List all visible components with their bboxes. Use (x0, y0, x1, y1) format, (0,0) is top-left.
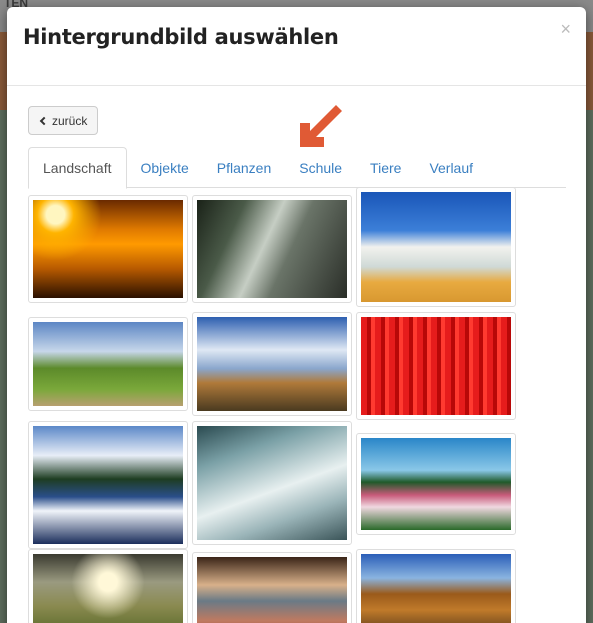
modal-title: Hintergrundbild auswählen (23, 25, 339, 49)
image-thumbnail-forest-road-sunrays[interactable] (192, 195, 352, 303)
image-thumbnail-sunset-clouds[interactable] (28, 195, 188, 303)
image-thumbnail-mountain-lake-reflection[interactable] (28, 421, 188, 549)
background-image-modal: Hintergrundbild auswählen × zurück Lands… (7, 7, 586, 623)
category-tabs: Landschaft Objekte Pflanzen Schule Tiere… (28, 147, 566, 189)
stormy-sky-image (33, 554, 183, 623)
tab-tiere[interactable]: Tiere (356, 147, 415, 188)
image-thumbnail-country-road-field[interactable] (28, 317, 188, 411)
forest-road-image (197, 200, 347, 298)
image-thumbnail-red-tulip-field[interactable] (356, 312, 516, 420)
back-button[interactable]: zurück (28, 106, 99, 135)
image-thumbnail-beach-starfish-rocks[interactable] (192, 552, 352, 623)
tab-pflanzen[interactable]: Pflanzen (203, 147, 285, 188)
tab-verlauf[interactable]: Verlauf (415, 147, 487, 188)
image-thumbnail-ocean-waves-beach[interactable] (356, 187, 516, 307)
chevron-left-icon (39, 116, 49, 125)
image-thumbnail-flower-field-trees[interactable] (356, 433, 516, 535)
modal-header: Hintergrundbild auswählen × (7, 7, 586, 86)
tab-objekte[interactable]: Objekte (127, 147, 203, 188)
image-thumbnail-stormy-sky-field[interactable] (28, 549, 188, 623)
autumn-hills-image (361, 554, 511, 623)
pointer-arrow-icon (300, 105, 342, 147)
flower-field-image (361, 438, 511, 530)
waterfall-image (197, 426, 347, 540)
tab-landschaft[interactable]: Landschaft (28, 147, 127, 189)
red-tulip-image (361, 317, 511, 415)
image-thumbnail-field-horizon-clouds[interactable] (192, 312, 352, 416)
ocean-waves-image (361, 192, 511, 302)
sunset-image (33, 200, 183, 298)
tab-schule[interactable]: Schule (285, 147, 356, 188)
country-road-image (33, 322, 183, 406)
back-button-label: zurück (52, 113, 88, 128)
image-thumbnail-waterfall-mist[interactable] (192, 421, 352, 545)
beach-starfish-image (197, 557, 347, 623)
mountain-lake-image (33, 426, 183, 544)
image-thumbnail-autumn-hills-lake[interactable] (356, 549, 516, 623)
field-horizon-image (197, 317, 347, 411)
close-icon[interactable]: × (560, 20, 571, 38)
